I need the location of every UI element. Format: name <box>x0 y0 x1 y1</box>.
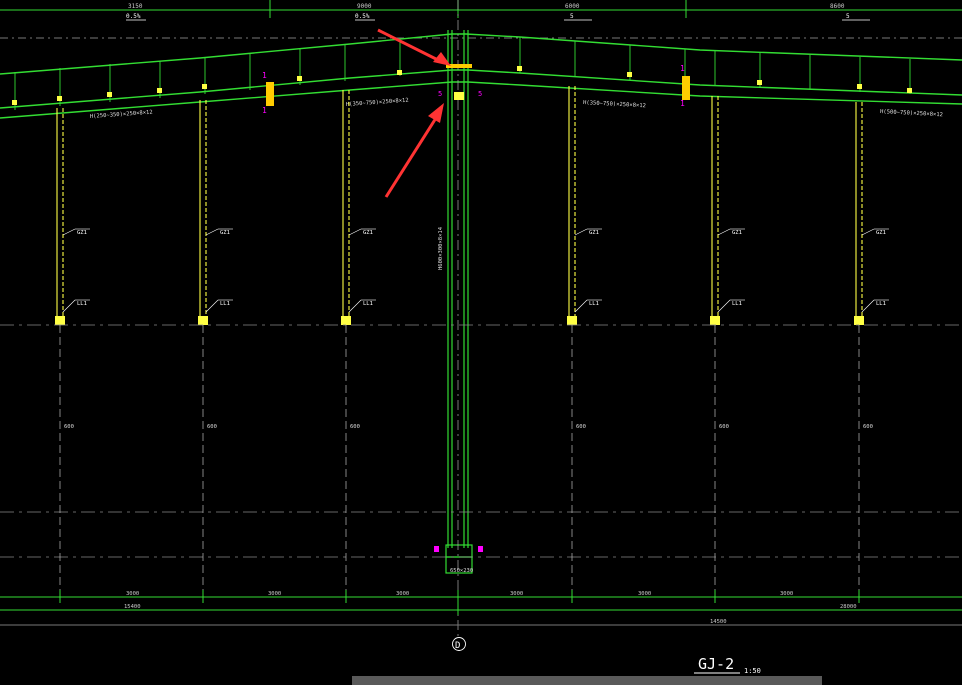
column-tag-5: GZ1 <box>732 230 742 236</box>
base-tag-5: LL1 <box>732 301 742 307</box>
base-tag-4: LL1 <box>589 301 599 307</box>
mid-tag-3: 600 <box>350 424 360 430</box>
top-dim-4: 8600 <box>830 3 845 10</box>
column-label: H600×300×8×14 <box>438 226 444 270</box>
status-strip <box>352 676 822 685</box>
column-tag-2: GZ1 <box>220 230 230 236</box>
svg-text:1: 1 <box>262 71 267 80</box>
cad-drawing-canvas: 3150 9000 6000 8600 0.5% 0.5% 5 5 H(250~… <box>0 0 962 685</box>
mid-tag-2: 600 <box>207 424 217 430</box>
svg-text:1: 1 <box>680 64 685 73</box>
column-tag-6: GZ1 <box>876 230 886 236</box>
base-tag-3: LL1 <box>363 301 373 307</box>
svg-text:1: 1 <box>262 106 267 115</box>
base-tag-6: LL1 <box>876 301 886 307</box>
background <box>0 0 962 685</box>
top-dim-2: 9000 <box>357 3 372 10</box>
bottom-dim-2: 3000 <box>268 591 281 597</box>
drawing-title: GJ-2 <box>698 655 734 673</box>
top-dim-3: 6000 <box>565 3 580 10</box>
mid-tag-1: 600 <box>64 424 74 430</box>
overall-dim-right: 28000 <box>840 604 857 610</box>
top-dim-1: 3150 <box>128 3 143 10</box>
slope-mid-left: 0.5% <box>355 13 370 20</box>
bottom-dim-3: 3000 <box>396 591 409 597</box>
base-label: 650×230 <box>450 568 473 574</box>
slope-left: 0.5% <box>126 13 141 20</box>
base-tag-1: LL1 <box>77 301 87 307</box>
column-tag-1: GZ1 <box>77 230 87 236</box>
svg-text:5: 5 <box>478 90 482 98</box>
mid-tag-5: 600 <box>719 424 729 430</box>
svg-text:1: 1 <box>680 99 685 108</box>
overall-dim-mid: 14500 <box>710 619 727 625</box>
column-tag-3: GZ1 <box>363 230 373 236</box>
bottom-dim-1: 3000 <box>126 591 139 597</box>
column-tag-4: GZ1 <box>589 230 599 236</box>
slope-mid-right: 5 <box>570 13 574 20</box>
base-tag-2: LL1 <box>220 301 230 307</box>
axis-label: D <box>455 641 460 651</box>
bottom-dim-5: 3000 <box>638 591 651 597</box>
apex-connection <box>454 92 464 100</box>
splice-plate-right <box>682 76 690 100</box>
mid-tag-6: 600 <box>863 424 873 430</box>
mid-tag-4: 600 <box>576 424 586 430</box>
drawing-scale: 1:50 <box>744 667 761 675</box>
svg-text:5: 5 <box>438 90 442 98</box>
splice-plate-left <box>266 82 274 106</box>
bottom-dim-6: 3000 <box>780 591 793 597</box>
bottom-dim-4: 3000 <box>510 591 523 597</box>
slope-right: 5 <box>846 13 850 20</box>
overall-dim-left: 15400 <box>124 604 141 610</box>
